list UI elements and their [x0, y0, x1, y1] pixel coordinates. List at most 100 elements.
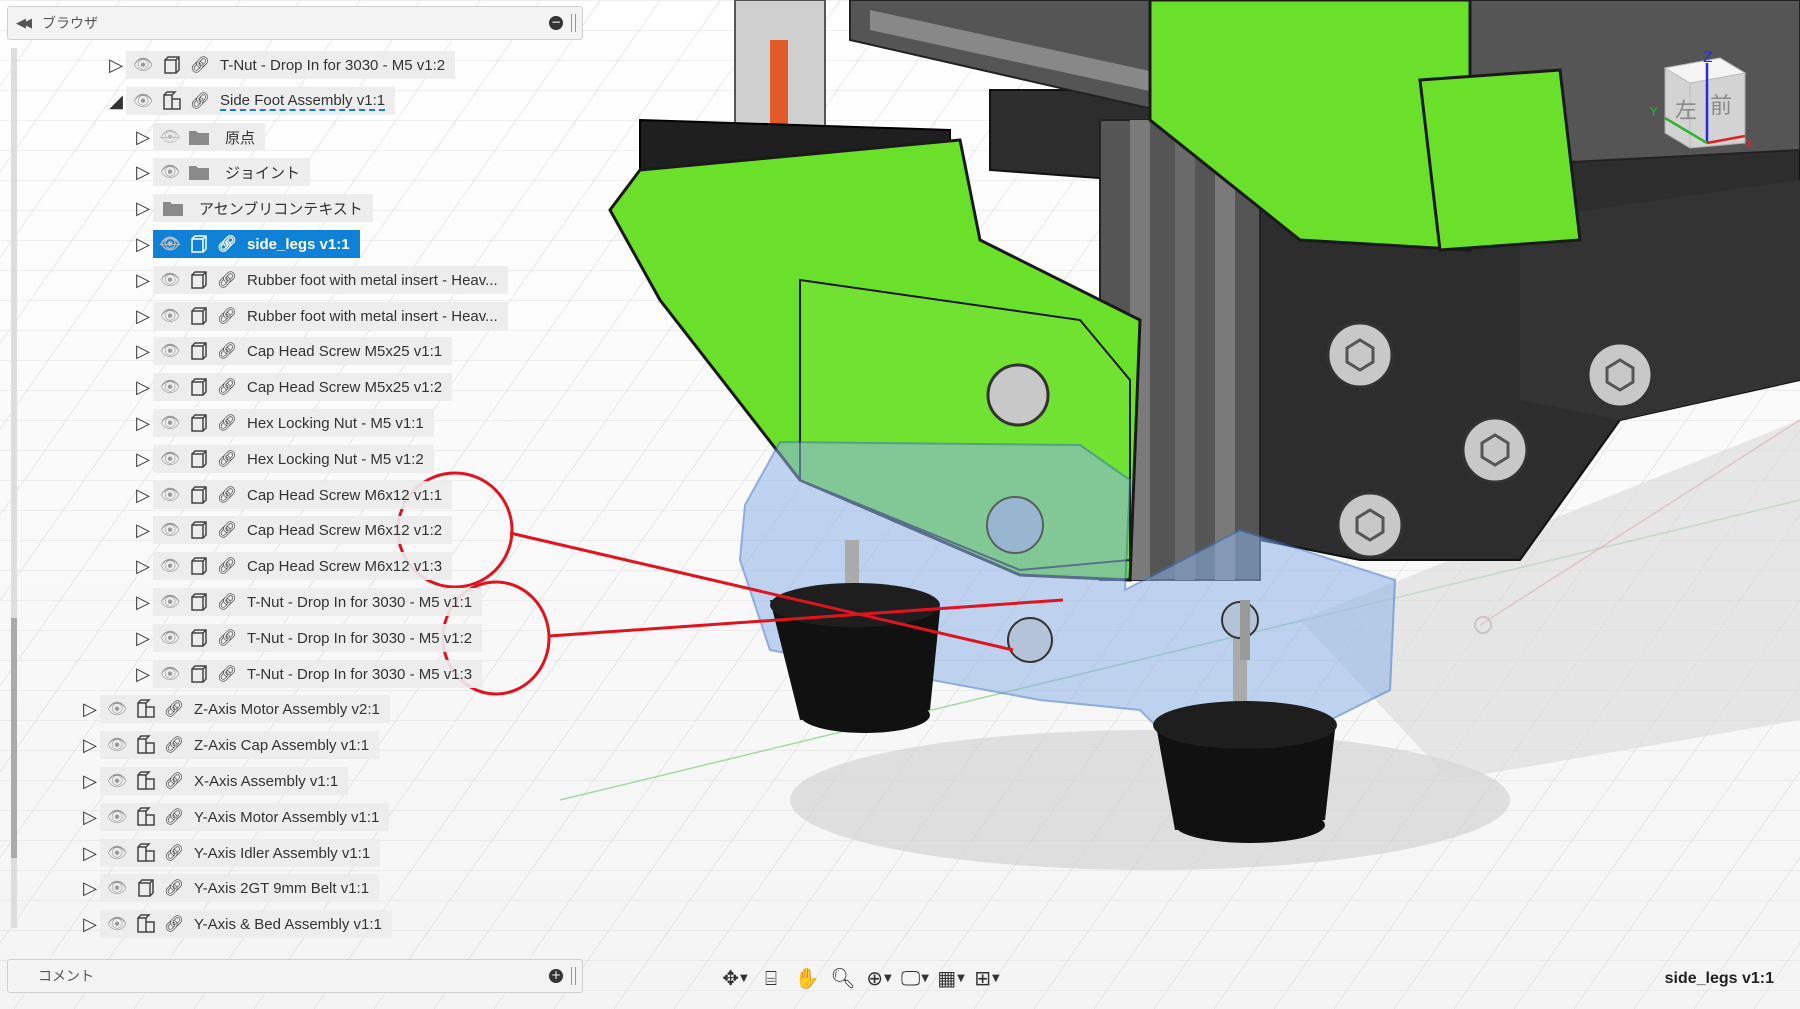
- expand-triangle-icon[interactable]: ▷: [133, 624, 153, 652]
- tree-row-pill[interactable]: アセンブリコンテキスト: [153, 194, 373, 222]
- eye-icon[interactable]: 👁︎: [157, 449, 183, 469]
- pan-icon[interactable]: ✋: [792, 963, 822, 993]
- expand-triangle-icon[interactable]: ▷: [133, 588, 153, 616]
- tree-row[interactable]: ▷ 👁︎ 🔗︎ T-Nut - Drop In for 3030 - M5 v1:3: [133, 660, 483, 688]
- expand-triangle-icon[interactable]: ▷: [80, 731, 100, 759]
- tree-row-pill[interactable]: 👁︎ 🔗︎ Z-Axis Motor Assembly v2:1: [100, 695, 390, 723]
- eye-icon[interactable]: 👁︎: [104, 807, 130, 827]
- expand-triangle-icon[interactable]: ▷: [133, 158, 153, 186]
- tree-row[interactable]: ▷ 👁︎ 🔗︎ Z-Axis Cap Assembly v1:1: [80, 731, 380, 759]
- tree-row[interactable]: ▷ 👁︎ 🔗︎ Cap Head Screw M5x25 v1:2: [133, 373, 453, 401]
- tree-row-pill[interactable]: 👁︎ 🔗︎ Rubber foot with metal insert - Heav…: [153, 302, 508, 330]
- tree-row[interactable]: ▷ 👁︎ 🔗︎ Cap Head Screw M6x12 v1:1: [133, 481, 453, 509]
- collapse-panel-icon[interactable]: ◀◀: [8, 16, 36, 31]
- tree-row[interactable]: ▷ 👁︎ 🔗︎ X-Axis Assembly v1:1: [80, 767, 349, 795]
- tree-row-pill[interactable]: 👁︎ ジョイント: [153, 158, 311, 186]
- tree-row[interactable]: ▷ 👁︎ 🔗︎ T-Nut - Drop In for 3030 - M5 v1:1: [133, 588, 483, 616]
- expand-triangle-icon[interactable]: ▷: [133, 516, 153, 544]
- expand-triangle-icon[interactable]: ▷: [133, 409, 153, 437]
- tree-row[interactable]: ▷ 👁︎ 🔗︎ Hex Locking Nut - M5 v1:1: [133, 409, 434, 437]
- eye-icon[interactable]: 👁︎: [157, 413, 183, 433]
- panel-grip-icon[interactable]: [571, 14, 576, 32]
- tree-row-pill[interactable]: 👁︎ 🔗︎ Cap Head Screw M6x12 v1:1: [153, 481, 453, 509]
- expand-triangle-icon[interactable]: ▷: [80, 910, 100, 938]
- tree-row-pill[interactable]: 👁︎ 🔗︎ Cap Head Screw M5x25 v1:2: [153, 373, 453, 401]
- eye-icon[interactable]: 👁︎: [104, 914, 130, 934]
- tree-row[interactable]: ▷ 👁︎ 🔗︎ T-Nut - Drop In for 3030 - M5 v1:2: [106, 51, 456, 79]
- eye-icon[interactable]: 👁︎: [157, 377, 183, 397]
- tree-row[interactable]: ▷ 👁︎ 🔗︎ Y-Axis 2GT 9mm Belt v1:1: [80, 874, 380, 902]
- eye-icon[interactable]: 👁︎: [157, 162, 183, 182]
- tree-row-pill[interactable]: 👁︎ 🔗︎ Z-Axis Cap Assembly v1:1: [100, 731, 380, 759]
- tree-row[interactable]: ▷ 👁︎ 🔗︎ Rubber foot with metal insert - Hea…: [133, 302, 508, 330]
- tree-row[interactable]: ▷ 👁︎ 🔗︎ Hex Locking Nut - M5 v1:2: [133, 445, 434, 473]
- tree-row-pill[interactable]: 👁︎ 🔗︎ T-Nut - Drop In for 3030 - M5 v1:2: [126, 51, 456, 79]
- panel-grip-icon[interactable]: [571, 967, 576, 985]
- eye-icon[interactable]: 👁︎: [157, 270, 183, 290]
- tree-row-pill[interactable]: 👁︎ 🔗︎ side_legs v1:1: [153, 230, 360, 258]
- eye-hidden-icon[interactable]: 👁︎: [157, 234, 183, 254]
- eye-icon[interactable]: 👁︎: [157, 520, 183, 540]
- tree-row-pill[interactable]: 👁︎ 🔗︎ Y-Axis 2GT 9mm Belt v1:1: [100, 874, 380, 902]
- expand-triangle-icon[interactable]: ▷: [133, 481, 153, 509]
- display-settings-icon[interactable]: 🖵 ▼: [900, 963, 930, 993]
- expand-triangle-icon[interactable]: ▷: [133, 123, 153, 151]
- tree-row[interactable]: ▷ アセンブリコンテキスト: [133, 194, 373, 222]
- zoom-icon[interactable]: 🔍︎: [828, 963, 858, 993]
- tree-row[interactable]: ▷ 👁︎ 原点: [133, 123, 266, 151]
- orbit-icon[interactable]: ✥ ▼: [720, 963, 750, 993]
- expand-triangle-icon[interactable]: ▷: [106, 51, 126, 79]
- eye-icon[interactable]: 👁︎: [157, 664, 183, 684]
- expand-triangle-icon[interactable]: ▷: [133, 230, 153, 258]
- tree-row[interactable]: ▷ 👁︎ 🔗︎ Rubber foot with metal insert - Hea…: [133, 266, 508, 294]
- tree-row[interactable]: ▷ 👁︎ ジョイント: [133, 158, 311, 186]
- tree-row-pill[interactable]: 👁︎ 🔗︎ Side Foot Assembly v1:1: [126, 87, 396, 115]
- viewports-icon[interactable]: ⊞ ▼: [972, 963, 1002, 993]
- view-cube-left[interactable]: 左: [1675, 99, 1697, 124]
- tree-row[interactable]: ▷ 👁︎ 🔗︎ Cap Head Screw M5x25 v1:1: [133, 337, 453, 365]
- tree-row-pill[interactable]: 👁︎ 🔗︎ Y-Axis Motor Assembly v1:1: [100, 803, 390, 831]
- tree-row-pill[interactable]: 👁︎ 🔗︎ Rubber foot with metal insert - Heav…: [153, 266, 508, 294]
- eye-icon[interactable]: 👁︎: [157, 628, 183, 648]
- expand-triangle-icon[interactable]: ▷: [133, 660, 153, 688]
- tree-row-pill[interactable]: 👁︎ 🔗︎ X-Axis Assembly v1:1: [100, 767, 349, 795]
- look-at-icon[interactable]: ⌸: [756, 963, 786, 993]
- tree-row[interactable]: ▷ 👁︎ 🔗︎ Y-Axis Motor Assembly v1:1: [80, 803, 390, 831]
- eye-icon[interactable]: 👁︎: [104, 878, 130, 898]
- eye-icon[interactable]: 👁︎: [157, 485, 183, 505]
- expand-triangle-icon[interactable]: ▷: [80, 767, 100, 795]
- scrollbar-thumb[interactable]: [11, 618, 17, 858]
- tree-row-pill[interactable]: 👁︎ 🔗︎ Y-Axis & Bed Assembly v1:1: [100, 910, 392, 938]
- tree-row-pill[interactable]: 👁︎ 🔗︎ Hex Locking Nut - M5 v1:1: [153, 409, 434, 437]
- view-cube-front[interactable]: 前: [1710, 94, 1732, 119]
- add-comment-icon[interactable]: +: [549, 969, 563, 983]
- eye-icon[interactable]: 👁︎: [130, 55, 156, 75]
- grid-icon[interactable]: ▦ ▼: [936, 963, 966, 993]
- expand-triangle-icon[interactable]: ▷: [133, 302, 153, 330]
- eye-icon[interactable]: 👁︎: [104, 735, 130, 755]
- minimize-panel-icon[interactable]: −: [549, 16, 563, 30]
- tree-row-pill[interactable]: 👁︎ 原点: [153, 123, 266, 151]
- tree-row-pill[interactable]: 👁︎ 🔗︎ Cap Head Screw M6x12 v1:3: [153, 552, 453, 580]
- eye-icon[interactable]: 👁︎: [104, 771, 130, 791]
- expand-triangle-icon[interactable]: ▷: [133, 337, 153, 365]
- expand-triangle-icon[interactable]: ▷: [133, 373, 153, 401]
- tree-row-pill[interactable]: 👁︎ 🔗︎ Cap Head Screw M5x25 v1:1: [153, 337, 453, 365]
- eye-hidden-icon[interactable]: 👁︎: [157, 127, 183, 147]
- expand-triangle-icon[interactable]: ▷: [133, 445, 153, 473]
- eye-icon[interactable]: 👁︎: [130, 91, 156, 111]
- tree-row-pill[interactable]: 👁︎ 🔗︎ T-Nut - Drop In for 3030 - M5 v1:2: [153, 624, 483, 652]
- tree-row[interactable]: ▷ 👁︎ 🔗︎ side_legs v1:1: [133, 230, 360, 258]
- tree-row[interactable]: ▷ 👁︎ 🔗︎ Cap Head Screw M6x12 v1:2: [133, 516, 453, 544]
- expand-triangle-icon[interactable]: ▷: [80, 839, 100, 867]
- tree-row-pill[interactable]: 👁︎ 🔗︎ T-Nut - Drop In for 3030 - M5 v1:1: [153, 588, 483, 616]
- expand-triangle-icon[interactable]: ▷: [133, 266, 153, 294]
- collapse-triangle-icon[interactable]: ◢: [106, 87, 126, 115]
- expand-triangle-icon[interactable]: ▷: [80, 695, 100, 723]
- tree-row-pill[interactable]: 👁︎ 🔗︎ Hex Locking Nut - M5 v1:2: [153, 445, 434, 473]
- fit-icon[interactable]: ⊕ ▼: [864, 963, 894, 993]
- tree-row[interactable]: ▷ 👁︎ 🔗︎ Y-Axis Idler Assembly v1:1: [80, 839, 381, 867]
- tree-row-pill[interactable]: 👁︎ 🔗︎ Y-Axis Idler Assembly v1:1: [100, 839, 381, 867]
- eye-icon[interactable]: 👁︎: [157, 306, 183, 326]
- view-cube[interactable]: 左 前 Z Y X: [1645, 48, 1755, 158]
